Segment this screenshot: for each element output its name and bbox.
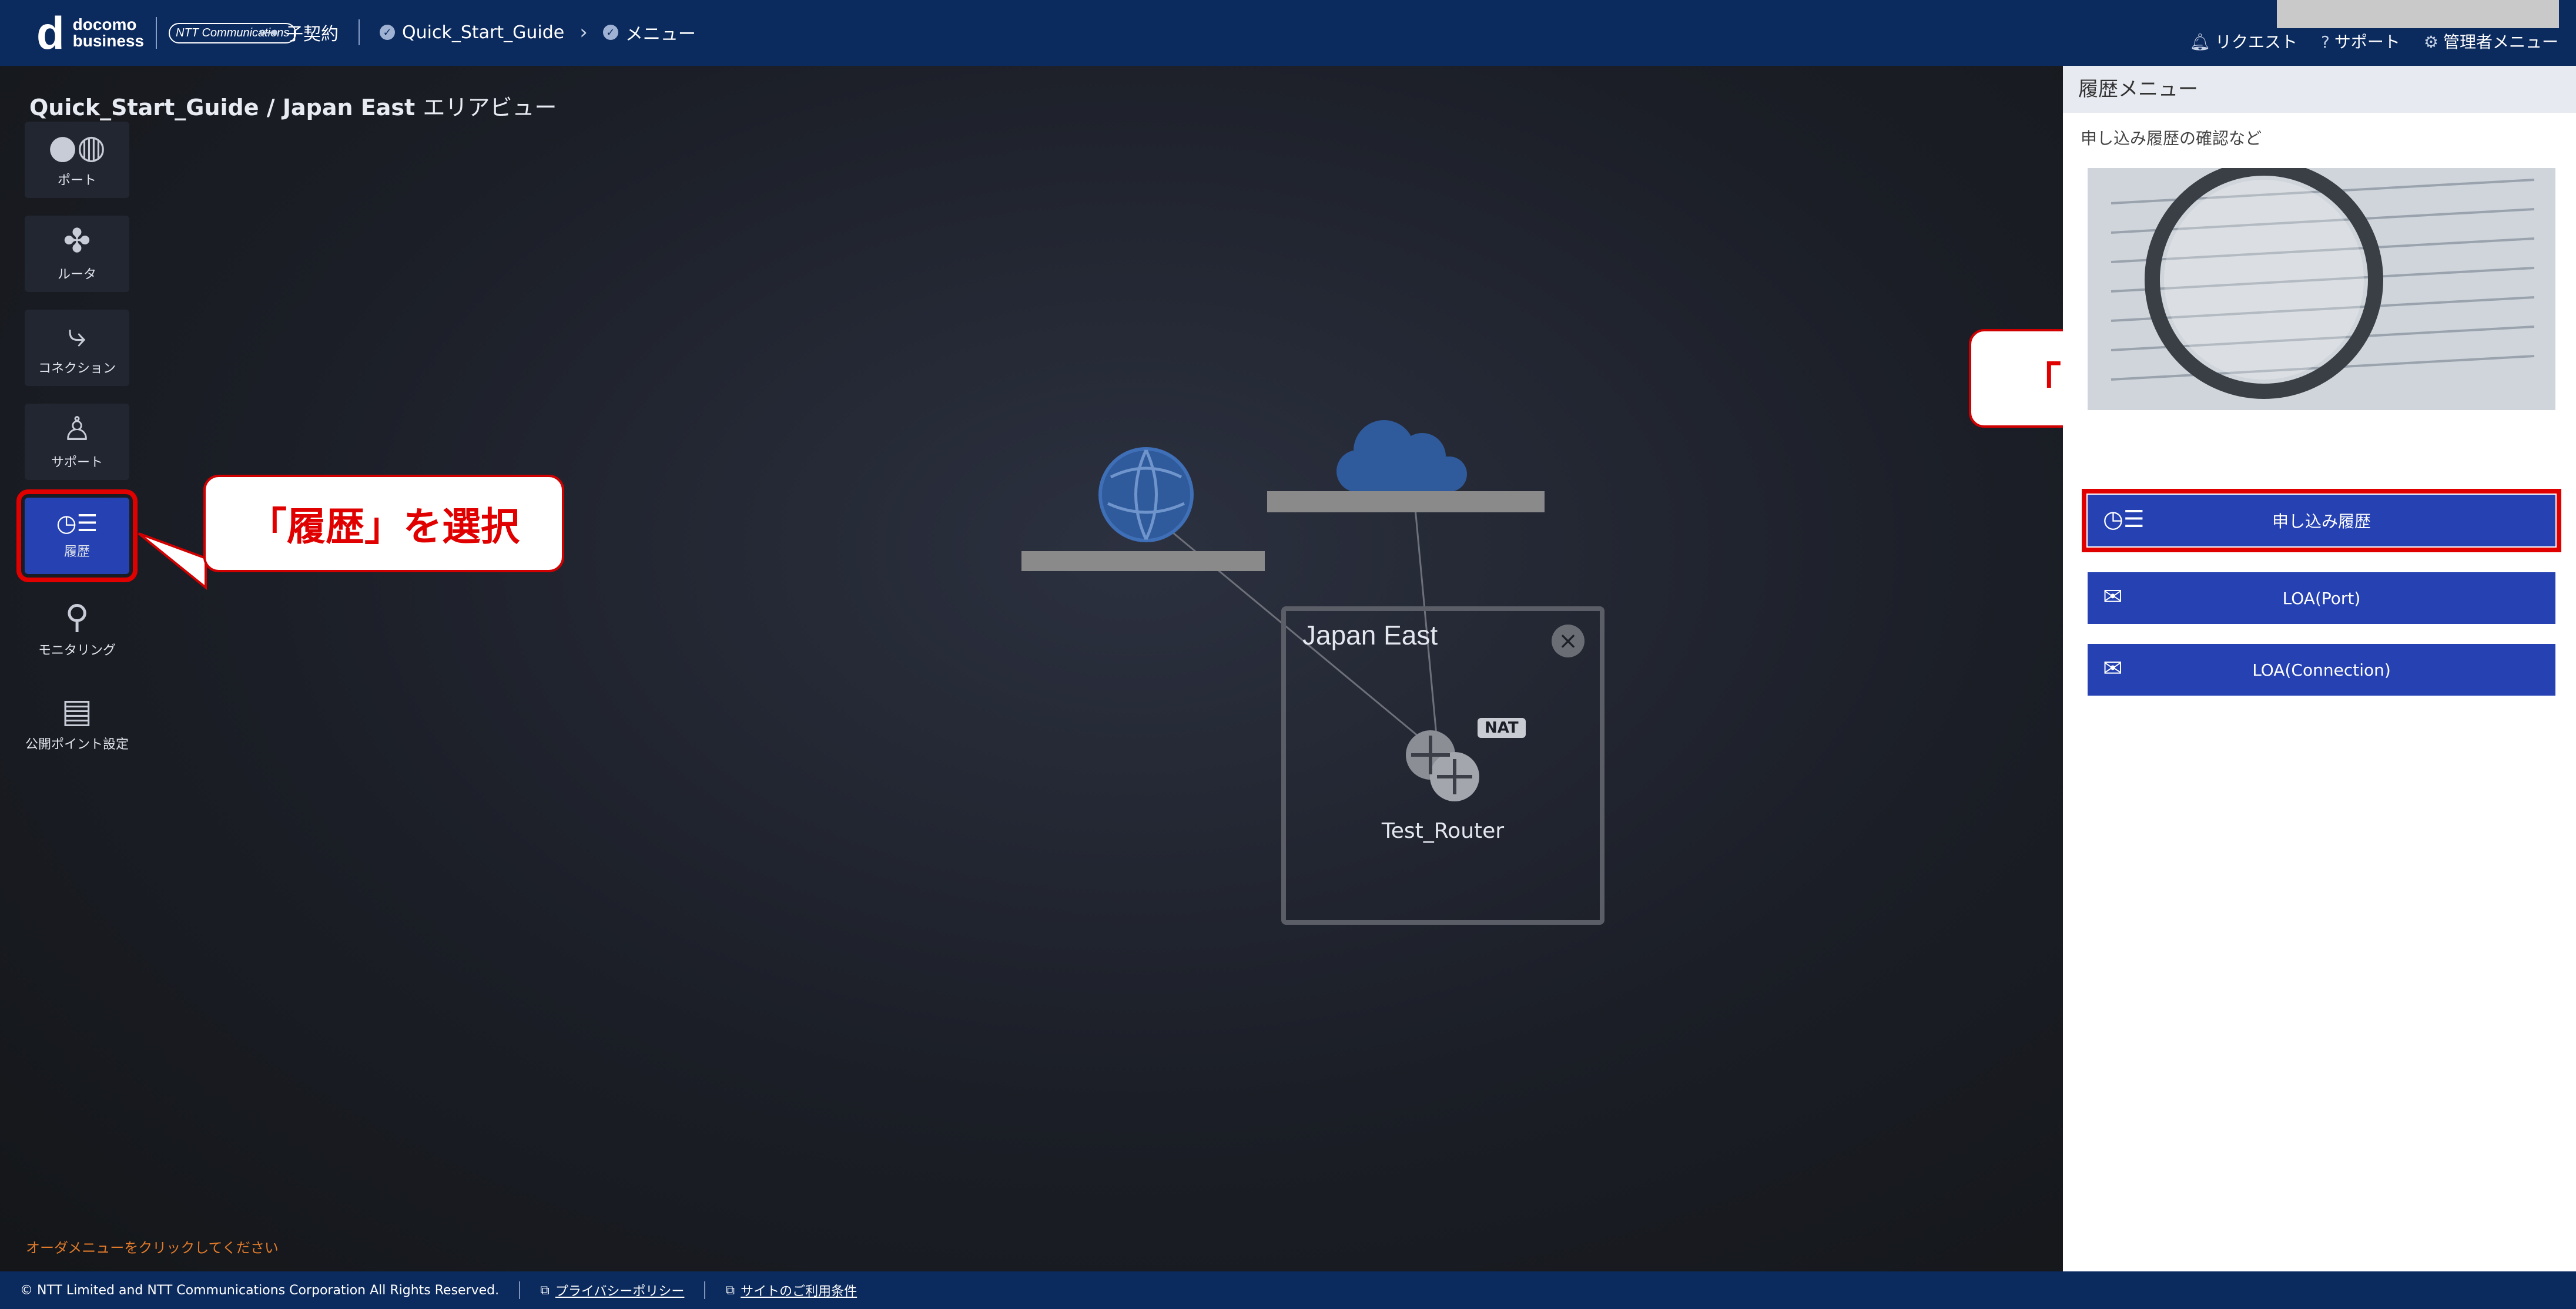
- panel-subtitle: 申し込み履歴の確認など: [2081, 129, 2262, 148]
- sidebar-item-connection[interactable]: ⤷ コネクション: [25, 310, 129, 386]
- request-link[interactable]: 🔔︎ リクエスト: [2189, 29, 2297, 53]
- breadcrumb-item-menu[interactable]: ✓ メニュー: [602, 19, 696, 45]
- loa-connection-button[interactable]: ✉ LOA(Connection): [2088, 644, 2555, 696]
- logo-word-business: business: [72, 32, 145, 50]
- order-menu-hint: オーダメニューをクリックしてください: [26, 1240, 279, 1256]
- bell-icon: 🔔︎: [2189, 32, 2210, 52]
- sidebar-item-label: 公開ポイント設定: [25, 737, 129, 752]
- logo-word-docomo: docomo: [72, 15, 137, 33]
- connection-icon: ⤷: [68, 316, 86, 354]
- sidebar-item-router[interactable]: ✤ ルータ: [25, 216, 129, 292]
- application-history-button[interactable]: ◷☰ 申し込み履歴: [2082, 489, 2561, 552]
- logo-mark: d: [36, 7, 65, 59]
- help-icon: ?: [2320, 32, 2330, 52]
- sidebar-item-history[interactable]: ◷☰ 履歴: [16, 489, 138, 582]
- button-label: 申し込み履歴: [2272, 512, 2371, 531]
- top-bar: d docomo business NTT Communications ⊶ 子…: [0, 0, 2576, 66]
- sidebar-item-port[interactable]: ●◍ ポート: [25, 122, 129, 198]
- logo-divider: [156, 17, 158, 49]
- external-link-icon: ⧉: [725, 1283, 735, 1298]
- cloud-icon: [1336, 420, 1467, 492]
- callout-select-history: 「履歴」を選択: [203, 475, 564, 572]
- sidebar-item-monitoring[interactable]: ⚲ モニタリング: [25, 592, 129, 668]
- area-view-canvas[interactable]: Quick_Start_Guide / Japan East エリアビュー Ja…: [0, 66, 2063, 1271]
- header-links: 🔔︎ リクエスト ? サポート ⚙ 管理者メニュー: [2189, 29, 2558, 53]
- redacted-internet-label: [1021, 551, 1265, 571]
- copyright-text: © NTT Limited and NTT Communications Cor…: [20, 1283, 500, 1298]
- history-icon: ◷☰: [2103, 506, 2145, 533]
- support-link[interactable]: ? サポート: [2321, 29, 2400, 53]
- history-icon: ◷☰: [56, 510, 98, 537]
- gear-icon: ⚙: [2423, 32, 2438, 52]
- router-node[interactable]: [1395, 720, 1489, 814]
- privacy-policy-link[interactable]: プライバシーポリシー: [555, 1281, 685, 1300]
- sidebar-item-label: ポート: [57, 173, 96, 188]
- breadcrumb-label: メニュー: [625, 24, 696, 45]
- sidebar-item-label: モニタリング: [38, 643, 116, 658]
- router-icon: ✤: [63, 222, 91, 260]
- redacted-cloud-label: [1267, 491, 1545, 512]
- magnifier-illustration: [2088, 168, 2555, 410]
- sidebar-item-label: コネクション: [38, 361, 116, 376]
- sidebar-item-support[interactable]: ♙ サポート: [25, 404, 129, 480]
- network-diagram: Japan East × NAT Test_Router: [0, 66, 2063, 1271]
- terms-of-use-link[interactable]: サイトのご利用条件: [741, 1281, 857, 1300]
- docomo-business-logo[interactable]: d docomo business NTT Communications: [36, 7, 297, 59]
- support-label: サポート: [2334, 32, 2400, 52]
- tree-icon: ⊶: [259, 21, 279, 44]
- nat-badge: NAT: [1478, 718, 1526, 738]
- external-link-icon: ⧉: [540, 1283, 550, 1298]
- monitoring-icon: ⚲: [65, 598, 89, 636]
- button-label: LOA(Port): [2282, 588, 2361, 608]
- breadcrumb-divider: [359, 19, 360, 45]
- breadcrumb: ⊶ 子契約 ✓ Quick_Start_Guide › ✓ メニュー: [259, 18, 696, 47]
- breadcrumb-item-guide[interactable]: ✓ Quick_Start_Guide: [380, 22, 564, 43]
- port-icon: ●◍: [48, 128, 106, 166]
- breadcrumb-item-sub-contract[interactable]: ⊶ 子契約: [259, 19, 339, 45]
- footer-divider: [519, 1281, 521, 1299]
- admin-menu-label: 管理者メニュー: [2443, 32, 2558, 52]
- breadcrumb-label: 子契約: [286, 24, 339, 45]
- close-icon[interactable]: ×: [1552, 625, 1585, 657]
- logo-words: docomo business: [73, 16, 144, 49]
- envelope-icon: ✉: [2103, 583, 2123, 610]
- panel-title: 履歴メニュー: [2063, 66, 2576, 113]
- button-label: LOA(Connection): [2252, 660, 2391, 680]
- router-name: Test_Router: [1381, 819, 1505, 843]
- breadcrumb-label: Quick_Start_Guide: [402, 22, 565, 43]
- sidebar-item-public-point[interactable]: ▤ 公開ポイント設定: [25, 686, 129, 762]
- area-name: Japan East: [1302, 620, 1438, 650]
- magnifier-document-image: [2088, 168, 2555, 410]
- footer: © NTT Limited and NTT Communications Cor…: [0, 1271, 2576, 1309]
- sidebar-item-label: ルータ: [57, 267, 96, 282]
- history-menu-panel: 履歴メニュー 申し込み履歴の確認など ◷☰ 申し込み履歴 ✉ LOA(Port)…: [2063, 66, 2576, 1271]
- diagram-lines: [1098, 420, 1479, 801]
- footer-divider: [704, 1281, 706, 1299]
- request-label: リクエスト: [2215, 32, 2297, 52]
- order-menu-sidebar: ●◍ ポート ✤ ルータ ⤷ コネクション ♙ サポート ◷☰ 履歴 ⚲ モニタ…: [16, 122, 138, 780]
- chevron-right-icon: ›: [579, 21, 588, 44]
- support-icon: ♙: [62, 410, 92, 448]
- check-circle-icon: ✓: [380, 25, 395, 40]
- loa-port-button[interactable]: ✉ LOA(Port): [2088, 572, 2555, 624]
- redacted-block: [2277, 0, 2559, 28]
- internet-globe-icon: [1098, 447, 1194, 542]
- sidebar-item-label: 履歴: [63, 545, 90, 559]
- envelope-icon: ✉: [2103, 655, 2123, 682]
- check-circle-icon: ✓: [602, 25, 618, 40]
- admin-menu-link[interactable]: ⚙ 管理者メニュー: [2424, 29, 2558, 53]
- sidebar-item-label: サポート: [51, 455, 103, 470]
- public-point-icon: ▤: [61, 692, 93, 730]
